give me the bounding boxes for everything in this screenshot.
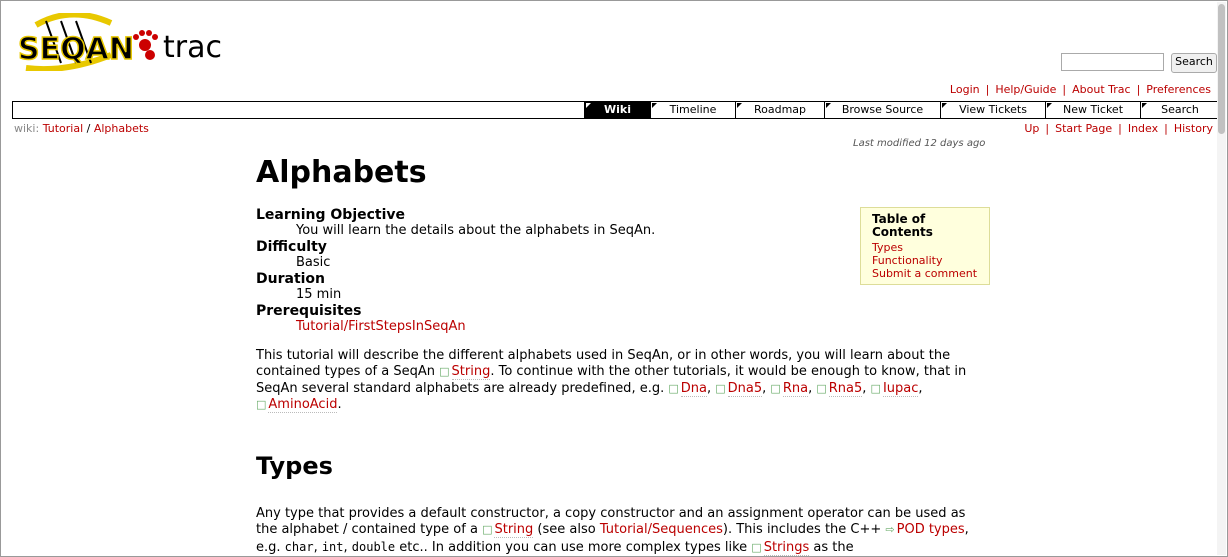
- book-icon: □: [668, 381, 679, 395]
- prereq-label: Prerequisites: [256, 303, 362, 319]
- last-modified[interactable]: Last modified 12 days ago: [853, 138, 985, 149]
- svg-text:SEQAN: SEQAN: [18, 32, 134, 67]
- duration-label: Duration: [256, 271, 326, 287]
- pod-types-link[interactable]: POD types: [897, 522, 965, 537]
- dna5-link[interactable]: Dna5: [727, 380, 763, 397]
- objective-label: Learning Objective: [256, 207, 406, 223]
- breadcrumb-alphabets[interactable]: Alphabets: [94, 122, 149, 135]
- string-link-2[interactable]: String: [494, 522, 534, 539]
- iupac-link[interactable]: Iupac: [882, 380, 919, 397]
- prereq-link[interactable]: Tutorial/FirstStepsInSeqAn: [296, 319, 466, 334]
- svg-text:trac: trac: [163, 30, 222, 65]
- meta-navigation: Login | Help/Guide | About Trac | Preferences: [949, 83, 1211, 96]
- objective-value: You will learn the details about the alp…: [296, 223, 656, 238]
- book-icon: □: [816, 381, 827, 395]
- nav-view-tickets[interactable]: View Tickets: [940, 102, 1045, 118]
- dna-link[interactable]: Dna: [680, 380, 707, 397]
- intro-paragraph: This tutorial will describe the differen…: [256, 348, 967, 414]
- nav-new-ticket[interactable]: New Ticket: [1045, 102, 1140, 118]
- toc-title: Table of Contents: [872, 212, 933, 239]
- index-link[interactable]: Index: [1128, 122, 1158, 135]
- types-paragraph: Any type that provides a default constru…: [256, 506, 969, 556]
- preferences-link[interactable]: Preferences: [1146, 83, 1211, 96]
- book-icon: □: [870, 381, 881, 395]
- breadcrumb: wiki: Tutorial / Alphabets: [14, 122, 149, 135]
- nav-browse-source[interactable]: Browse Source: [824, 102, 940, 118]
- aminoacid-link[interactable]: AminoAcid: [268, 397, 338, 414]
- toc-item-types[interactable]: Types: [872, 241, 989, 254]
- up-link[interactable]: Up: [1024, 122, 1039, 135]
- external-link-icon: ⇨: [885, 523, 895, 537]
- nav-wiki[interactable]: Wiki: [584, 102, 650, 118]
- strings-link[interactable]: Strings: [763, 539, 810, 556]
- help-guide-link[interactable]: Help/Guide: [995, 83, 1056, 96]
- difficulty-label: Difficulty: [256, 239, 327, 255]
- wiki-prefix: wiki:: [14, 122, 40, 135]
- rna5-link[interactable]: Rna5: [828, 380, 863, 397]
- breadcrumb-tutorial[interactable]: Tutorial: [43, 122, 83, 135]
- search-input[interactable]: [1061, 53, 1164, 71]
- types-heading: Types: [256, 452, 333, 480]
- book-icon: □: [256, 398, 267, 412]
- history-link[interactable]: History: [1174, 122, 1213, 135]
- context-navigation: Up | Start Page | Index | History: [1024, 122, 1213, 135]
- duration-value: 15 min: [296, 287, 342, 302]
- browser-frame: SEQAN trac Search Login | Help/Guide | About…: [0, 0, 1228, 557]
- page-title: Alphabets: [256, 155, 427, 190]
- book-icon: □: [770, 381, 781, 395]
- book-icon: □: [751, 540, 762, 554]
- tutorial-meta: Learning Objective You will learn the de…: [256, 207, 655, 335]
- toc-item-functionality[interactable]: Functionality: [872, 254, 989, 267]
- toc-item-submit-comment[interactable]: Submit a comment: [872, 267, 989, 280]
- scrollbar-thumb[interactable]: [1218, 4, 1225, 134]
- main-navigation: Wiki Timeline Roadmap Browse Source View…: [12, 101, 1219, 119]
- table-of-contents: Table of Contents Types Functionality Su…: [860, 207, 990, 285]
- login-link[interactable]: Login: [950, 83, 980, 96]
- book-icon: □: [715, 381, 726, 395]
- start-page-link[interactable]: Start Page: [1055, 122, 1112, 135]
- difficulty-value: Basic: [296, 255, 331, 270]
- book-icon: □: [482, 523, 493, 537]
- nav-roadmap[interactable]: Roadmap: [735, 102, 824, 118]
- string-link[interactable]: String: [451, 364, 491, 381]
- book-icon: □: [439, 365, 450, 379]
- nav-timeline[interactable]: Timeline: [650, 102, 735, 118]
- seqan-trac-logo[interactable]: SEQAN trac: [16, 13, 231, 71]
- search-button[interactable]: Search: [1171, 53, 1217, 73]
- sequences-link[interactable]: Tutorial/Sequences: [600, 522, 723, 537]
- nav-search[interactable]: Search: [1140, 102, 1219, 118]
- about-trac-link[interactable]: About Trac: [1072, 83, 1130, 96]
- rna-link[interactable]: Rna: [782, 380, 809, 397]
